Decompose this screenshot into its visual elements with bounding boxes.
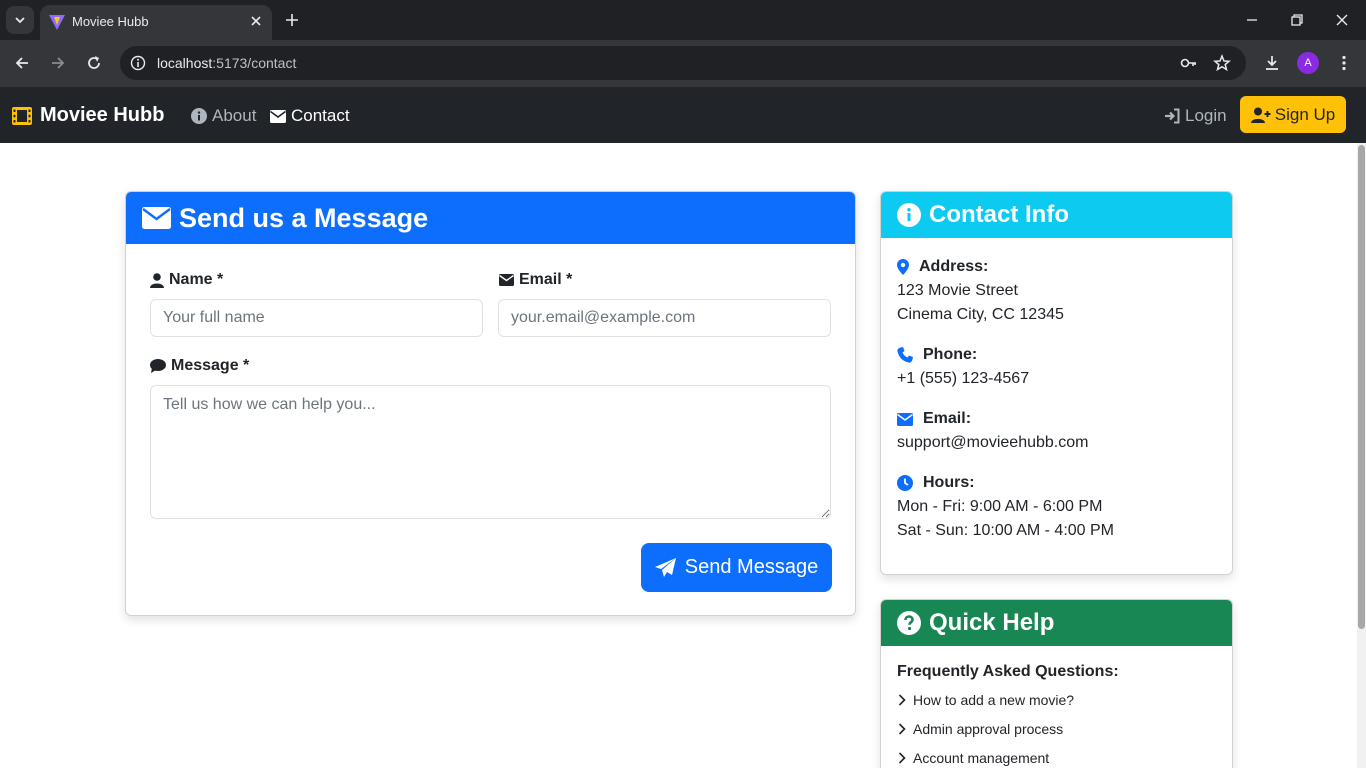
nav-about-link[interactable]: About — [191, 106, 256, 126]
chevron-right-icon — [898, 723, 906, 735]
sign-in-icon — [1165, 108, 1180, 124]
browser-tab-bar: Moviee Hubb — [0, 0, 1366, 40]
back-arrow-icon[interactable] — [13, 54, 31, 72]
faq-item[interactable]: Admin approval process — [897, 721, 1063, 737]
send-message-label: Send Message — [684, 556, 819, 578]
faq-heading: Frequently Asked Questions: — [897, 663, 1119, 680]
contact-info-card: Contact Info Address: 123 Movie Street C… — [880, 191, 1233, 575]
restore-icon[interactable] — [1289, 12, 1305, 28]
send-message-card: Send us a Message Name * Email * Message… — [125, 191, 856, 616]
hours-heading: Hours: — [897, 471, 1114, 495]
support-email: support@movieehubb.com — [897, 434, 1089, 451]
quick-help-title: Quick Help — [929, 609, 1055, 636]
url-text[interactable]: localhost:5173/contact — [157, 55, 296, 71]
address-block: Address: 123 Movie Street Cinema City, C… — [897, 255, 1064, 327]
name-input[interactable] — [150, 299, 483, 337]
page-scrollbar-thumb[interactable] — [1358, 145, 1365, 629]
send-message-title: Send us a Message — [179, 202, 429, 233]
sign-up-button[interactable]: Sign Up — [1240, 96, 1346, 133]
quick-help-card: Quick Help Frequently Asked Questions: H… — [880, 599, 1233, 768]
paper-plane-icon — [654, 557, 676, 577]
phone-heading: Phone: — [897, 343, 1029, 367]
chevron-right-icon — [898, 752, 906, 764]
bookmark-star-icon[interactable] — [1213, 54, 1231, 72]
sign-up-label: Sign Up — [1274, 104, 1336, 124]
contact-info-header: Contact Info — [881, 192, 1232, 238]
nav-login-link[interactable]: Login — [1164, 106, 1227, 126]
send-message-header: Send us a Message — [126, 192, 855, 244]
question-circle-icon — [897, 611, 921, 635]
email-input[interactable] — [498, 299, 831, 337]
brand-link[interactable]: Moviee Hubb — [12, 104, 164, 127]
contact-info-title: Contact Info — [929, 201, 1069, 228]
nav-about-label: About — [212, 106, 257, 125]
address-line-1: 123 Movie Street — [897, 282, 1018, 299]
envelope-icon — [270, 109, 286, 123]
user-plus-icon — [1250, 107, 1271, 123]
chevron-right-icon — [898, 694, 906, 706]
message-textarea[interactable] — [150, 385, 831, 519]
comment-icon — [150, 359, 166, 373]
email-heading: Email: — [897, 407, 1088, 431]
chevron-down-icon — [15, 17, 25, 24]
hours-block: Hours: Mon - Fri: 9:00 AM - 6:00 PM Sat … — [897, 471, 1114, 543]
tab-title: Moviee Hubb — [72, 14, 149, 29]
phone-block: Phone: +1 (555) 123-4567 — [897, 343, 1029, 391]
clock-icon — [897, 475, 913, 491]
browser-toolbar: localhost:5173/contact — [0, 40, 1366, 87]
address-heading: Address: — [897, 255, 1064, 279]
tab-search-button[interactable] — [6, 6, 34, 34]
password-key-icon[interactable] — [1180, 54, 1198, 72]
envelope-icon — [142, 207, 171, 229]
email-block: Email: support@movieehubb.com — [897, 407, 1088, 455]
address-line-2: Cinema City, CC 12345 — [897, 306, 1064, 323]
minimize-icon[interactable] — [1244, 12, 1260, 28]
nav-contact-label: Contact — [291, 106, 350, 125]
phone-number: +1 (555) 123-4567 — [897, 370, 1030, 387]
film-icon — [12, 106, 32, 125]
message-label: Message * — [150, 357, 249, 375]
close-window-icon[interactable] — [1334, 12, 1350, 28]
reload-icon[interactable] — [85, 54, 103, 72]
close-icon[interactable] — [248, 13, 264, 29]
site-info-icon[interactable] — [130, 55, 146, 71]
brand-name: Moviee Hubb — [40, 104, 165, 126]
quick-help-header: Quick Help — [881, 600, 1232, 646]
nav-login-label: Login — [1185, 106, 1227, 125]
name-label: Name * — [150, 271, 223, 289]
envelope-icon — [499, 274, 514, 286]
hours-weekday: Mon - Fri: 9:00 AM - 6:00 PM — [897, 498, 1103, 515]
download-icon[interactable] — [1263, 54, 1281, 72]
info-circle-icon — [191, 108, 207, 124]
send-message-button[interactable]: Send Message — [641, 543, 832, 592]
forward-arrow-icon[interactable] — [49, 54, 67, 72]
info-circle-icon — [897, 203, 921, 227]
faq-item[interactable]: How to add a new movie? — [897, 692, 1074, 708]
hours-weekend: Sat - Sun: 10:00 AM - 4:00 PM — [897, 522, 1114, 539]
profile-avatar[interactable]: A — [1297, 52, 1319, 74]
map-marker-icon — [897, 259, 909, 275]
address-bar[interactable]: localhost:5173/contact — [120, 46, 1246, 80]
nav-contact-link[interactable]: Contact — [270, 106, 350, 126]
user-icon — [150, 272, 164, 288]
phone-icon — [897, 347, 913, 363]
email-label: Email * — [499, 271, 572, 289]
new-tab-plus-icon[interactable] — [284, 12, 300, 28]
envelope-icon — [897, 412, 913, 426]
browser-tab[interactable]: Moviee Hubb — [40, 5, 272, 40]
more-menu-icon[interactable] — [1335, 54, 1353, 72]
vite-logo-icon — [49, 15, 65, 30]
app-navbar: Moviee Hubb About Contact Login Sign Up — [0, 87, 1366, 143]
faq-item[interactable]: Account management — [897, 750, 1049, 766]
